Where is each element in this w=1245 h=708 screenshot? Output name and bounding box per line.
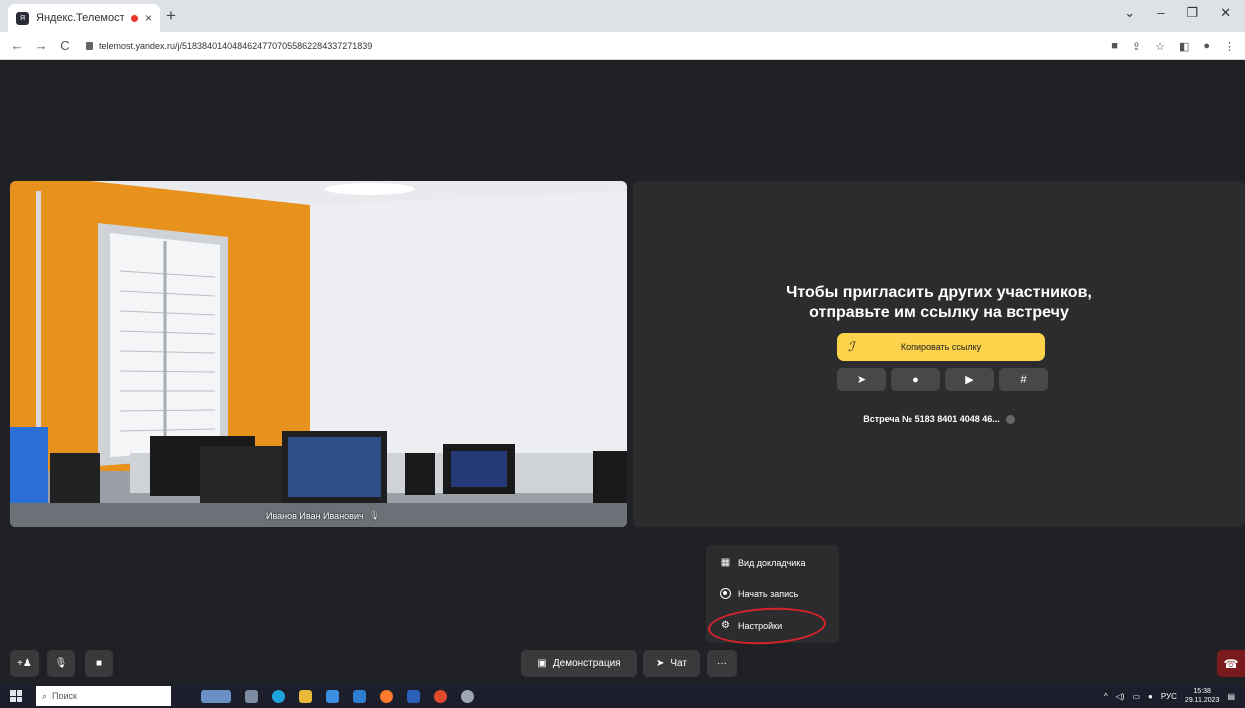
- screen-share-icon: ▣: [537, 658, 547, 669]
- phone-hangup-icon: ☎: [1223, 656, 1239, 671]
- whatsapp-share-button[interactable]: ●: [891, 368, 940, 391]
- tab-close-icon[interactable]: ×: [145, 11, 152, 25]
- camera-toggle-button[interactable]: ■: [85, 650, 113, 677]
- bookmark-star-icon[interactable]: ☆: [1155, 40, 1165, 53]
- store-icon[interactable]: [326, 689, 339, 703]
- clock-time: 15:38: [1193, 688, 1211, 695]
- participant-video[interactable]: Иванов Иван Иванович 🎙: [10, 181, 627, 527]
- mic-off-icon: 🎙: [54, 658, 68, 669]
- app-icon[interactable]: [461, 689, 474, 703]
- firefox-icon[interactable]: [380, 689, 393, 703]
- profile-avatar[interactable]: ●: [1203, 40, 1210, 53]
- slack-share-button[interactable]: #: [999, 368, 1048, 391]
- side-panel-icon[interactable]: ◧: [1179, 40, 1189, 53]
- yandex-favicon-icon: Я: [16, 11, 29, 25]
- tab-title: Яндекс.Телемост: [36, 12, 124, 24]
- record-icon: [720, 588, 731, 599]
- toolbar-actions: ■ ⇪ ☆ ◧ ● ⋮: [1111, 40, 1235, 53]
- menu-item-start-recording[interactable]: Начать запись: [720, 588, 798, 599]
- url-text: telemost.yandex.ru/j/5183840140484624770…: [99, 40, 373, 51]
- reload-button[interactable]: C: [58, 38, 72, 53]
- chrome-icon[interactable]: [434, 689, 447, 703]
- screen-share-label: Демонстрация: [552, 658, 621, 669]
- menu-item-label: Начать запись: [738, 588, 799, 599]
- browser-tab[interactable]: Я Яндекс.Телемост ×: [8, 4, 160, 32]
- language-indicator[interactable]: РУС: [1161, 692, 1177, 701]
- classroom-video-frame: [10, 181, 627, 527]
- system-tray: ^ ◁) ▭ ● РУС 15:38 29.11.2023 ▤: [1104, 684, 1235, 708]
- copy-link-label: Копировать ссылку: [900, 342, 982, 352]
- share-icon[interactable]: ⇪: [1132, 40, 1141, 53]
- minimize-button[interactable]: –: [1157, 5, 1164, 21]
- lock-icon: [86, 41, 93, 50]
- edge-icon[interactable]: [272, 689, 285, 703]
- browser-menu-icon[interactable]: ⋮: [1224, 40, 1235, 53]
- invite-title: Чтобы пригласить других участников, отпр…: [786, 284, 1092, 321]
- search-icon: ⌕: [42, 690, 48, 701]
- windows-taskbar: ⌕ Поиск ^ ◁) ▭ ● РУС 15:38 29.11.2023 ▤: [0, 684, 1245, 708]
- add-user-icon: +♟: [17, 658, 32, 669]
- participant-name: Иванов Иван Иванович: [266, 510, 364, 521]
- chat-button[interactable]: ➤ Чат: [643, 650, 700, 677]
- task-view-icon[interactable]: [245, 689, 258, 703]
- restore-button[interactable]: ❐: [1186, 5, 1198, 21]
- meeting-stage: Иванов Иван Иванович 🎙 Чтобы пригласить …: [0, 60, 1245, 684]
- screen-share-button[interactable]: ▣ Демонстрация: [521, 650, 637, 677]
- new-tab-button[interactable]: +: [166, 6, 176, 26]
- recording-dot-icon: [130, 14, 138, 22]
- word-icon[interactable]: [407, 689, 420, 703]
- window-controls: ⌄ – ❐ ✕: [1124, 5, 1231, 21]
- taskbar-search[interactable]: ⌕ Поиск: [36, 686, 171, 706]
- invite-participant-button[interactable]: +♟: [10, 650, 39, 677]
- hangup-button[interactable]: ☎: [1217, 650, 1245, 677]
- network-icon[interactable]: ▭: [1132, 692, 1140, 701]
- chat-label: Чат: [670, 658, 687, 669]
- tray-chevron-icon[interactable]: ^: [1104, 692, 1108, 701]
- chat-icon: ➤: [656, 658, 665, 669]
- clock[interactable]: 15:38 29.11.2023: [1185, 687, 1220, 705]
- address-bar[interactable]: telemost.yandex.ru/j/5183840140484624770…: [86, 41, 372, 51]
- presenter-view-icon: ▦: [720, 557, 731, 568]
- meeting-id-row: Встреча № 5183 8401 4048 46...: [633, 414, 1245, 425]
- camera-indicator-icon[interactable]: ■: [1111, 40, 1118, 53]
- notifications-icon[interactable]: ▤: [1227, 692, 1235, 701]
- camera-icon: ■: [95, 658, 103, 669]
- muted-mic-icon: 🎙: [368, 510, 381, 520]
- clock-date: 29.11.2023: [1184, 697, 1220, 704]
- slack-icon: #: [1020, 373, 1027, 386]
- mic-toggle-button[interactable]: 🎙: [47, 650, 75, 677]
- search-label: Поиск: [52, 691, 77, 701]
- windows-start-icon[interactable]: [10, 690, 22, 702]
- browser-tabstrip: Я Яндекс.Телемост × + ⌄ – ❐ ✕: [0, 0, 1245, 32]
- widgets-icon[interactable]: [201, 689, 231, 703]
- mic-tray-icon[interactable]: ●: [1148, 692, 1153, 701]
- copy-link-button[interactable]: ℐ Копировать ссылку: [837, 333, 1045, 361]
- share-buttons: ➤ ● ▶ #: [837, 368, 1048, 391]
- invite-panel: Чтобы пригласить других участников, отпр…: [633, 181, 1245, 527]
- mail-icon[interactable]: [353, 689, 366, 703]
- menu-item-presenter-view[interactable]: ▦ Вид докладчика: [720, 557, 806, 568]
- copy-icon[interactable]: [1005, 415, 1015, 425]
- browser-toolbar: ← → C telemost.yandex.ru/j/5183840140484…: [0, 32, 1245, 60]
- send-icon: ▶: [965, 374, 974, 386]
- more-button[interactable]: ···: [707, 650, 737, 677]
- link-icon: ℐ: [848, 339, 855, 354]
- whatsapp-icon: ●: [912, 373, 919, 386]
- back-button[interactable]: ←: [10, 38, 24, 53]
- telegram-icon: ➤: [856, 374, 867, 386]
- more-dots-icon: ···: [717, 658, 727, 669]
- file-explorer-icon[interactable]: [299, 689, 312, 703]
- close-window-button[interactable]: ✕: [1220, 5, 1231, 21]
- participant-name-label: Иванов Иван Иванович 🎙: [266, 510, 380, 521]
- forward-button[interactable]: →: [34, 38, 48, 53]
- volume-icon[interactable]: ◁): [1116, 692, 1125, 701]
- telegram-share-button[interactable]: ➤: [837, 368, 886, 391]
- tab-search-icon[interactable]: ⌄: [1124, 5, 1135, 21]
- menu-item-label: Вид докладчика: [738, 557, 806, 568]
- send-share-button[interactable]: ▶: [945, 368, 994, 391]
- meeting-id: Встреча № 5183 8401 4048 46...: [863, 414, 1000, 424]
